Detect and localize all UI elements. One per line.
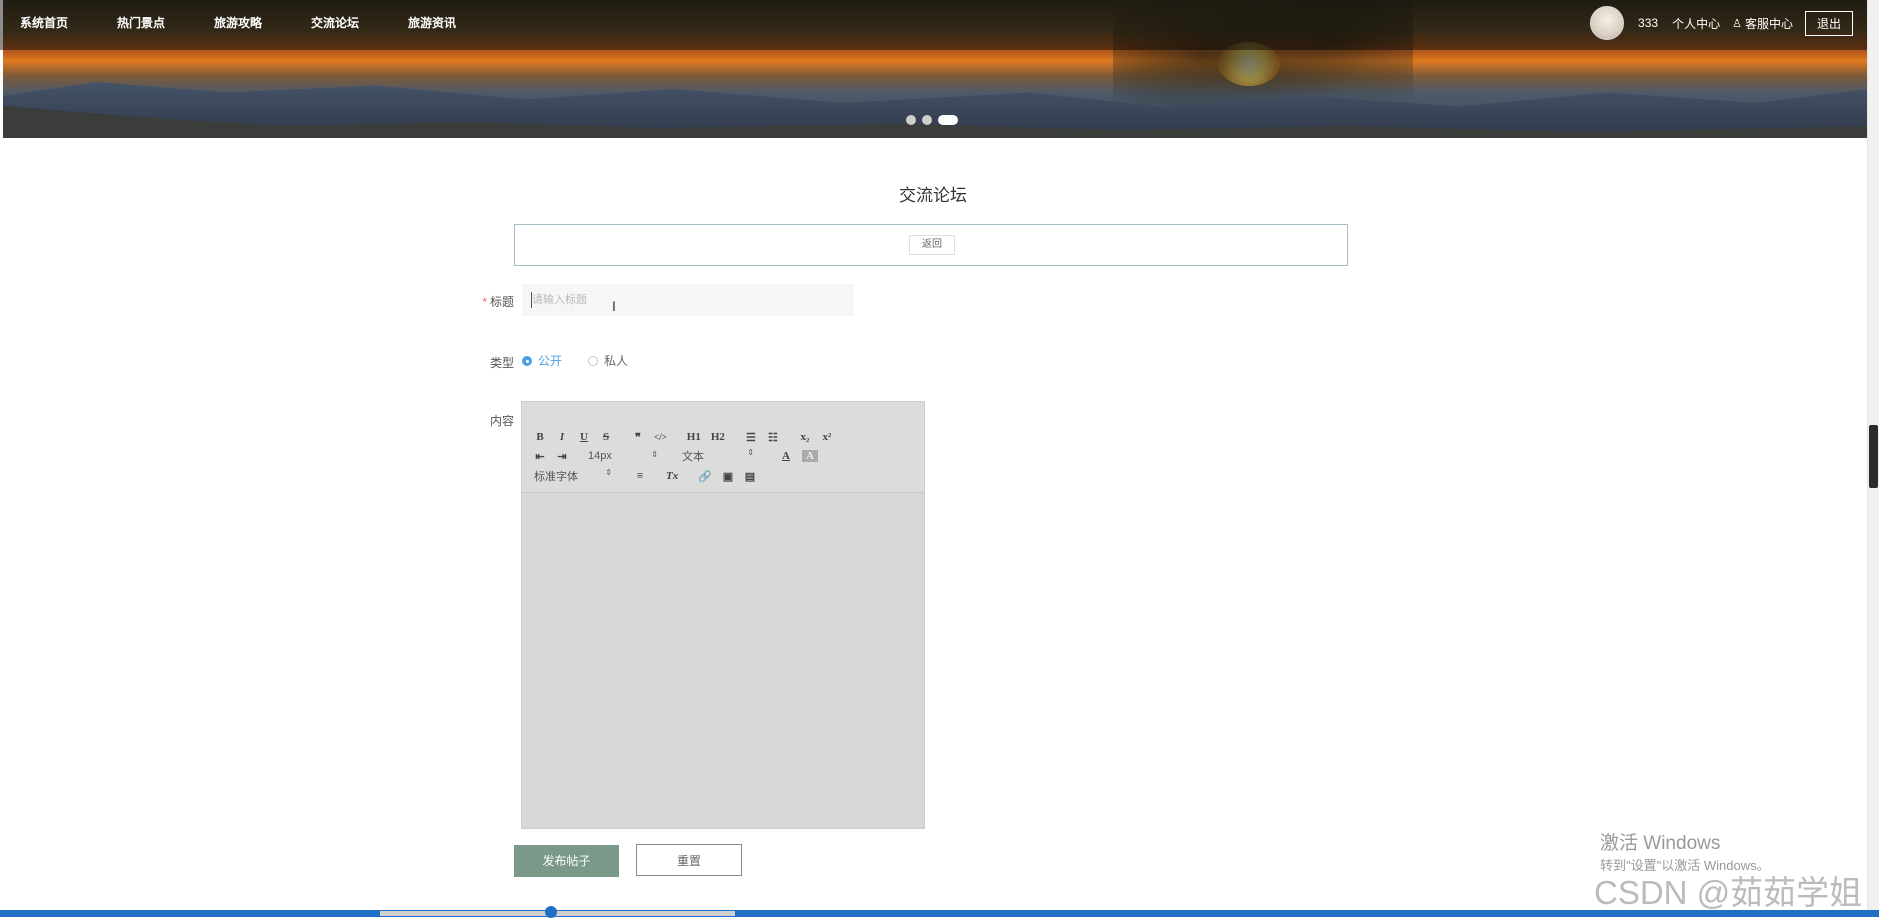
carousel-indicators [906, 115, 958, 125]
nav-forum[interactable]: 交流论坛 [311, 0, 408, 46]
progress-knob[interactable] [545, 906, 557, 918]
rich-text-editor: B I U S ❞ </> H1 H2 ☰ ☷ x₂ x² ⇤ ⇥ 14px ⇕… [521, 401, 925, 829]
font-family-value: 标准字体 [534, 471, 578, 483]
subscript-button[interactable]: x₂ [799, 431, 811, 443]
video-progress-bar[interactable] [0, 906, 1879, 918]
underline-button[interactable]: U [578, 431, 590, 443]
font-size-select[interactable]: 14px ⇕ [588, 450, 658, 462]
nav-travel-guides[interactable]: 旅游攻略 [214, 0, 311, 46]
windows-activation-watermark: 激活 Windows [1600, 833, 1721, 854]
nav-hot-attractions[interactable]: 热门景点 [117, 0, 214, 46]
title-label: * 标题 [454, 293, 514, 310]
ordered-list-button[interactable]: ☰ [745, 431, 757, 444]
personal-center-label: 个人中心 [1672, 16, 1721, 31]
editor-content-area[interactable] [522, 493, 924, 827]
header-1-button[interactable]: H1 [687, 431, 701, 443]
nav-travel-news[interactable]: 旅游资讯 [408, 0, 505, 46]
outdent-icon[interactable]: ⇤ [534, 450, 546, 463]
back-button[interactable]: 返回 [909, 235, 955, 255]
nav-home[interactable]: 系统首页 [20, 0, 117, 46]
bullet-list-button[interactable]: ☷ [767, 431, 779, 444]
carousel-dot-1[interactable] [906, 115, 916, 125]
radio-circle [522, 355, 532, 366]
carousel-dot-2[interactable] [922, 115, 932, 125]
required-asterisk: * [482, 295, 487, 309]
logout-button[interactable]: 退出 [1804, 10, 1853, 36]
publish-post-button[interactable]: 发布帖子 [514, 845, 619, 877]
main-nav: 系统首页 热门景点 旅游攻略 交流论坛 旅游资讯 [20, 0, 505, 46]
user-area: 333 个人中心 ♙ 客服中心 退出 [1590, 6, 1869, 40]
user-icon: ♙ [1732, 17, 1742, 30]
radio-circle [588, 355, 599, 366]
type-label: 类型 [489, 356, 514, 370]
ibeam-cursor-icon: I [612, 298, 616, 314]
vertical-scrollbar[interactable] [1867, 0, 1879, 912]
type-option-private-label: 私人 [604, 354, 629, 368]
title-input[interactable]: 请输入标题 [522, 284, 854, 316]
header-select[interactable]: 文本 ⇕ [682, 448, 754, 464]
editor-toolbar: B I U S ❞ </> H1 H2 ☰ ☷ x₂ x² ⇤ ⇥ 14px ⇕… [522, 402, 924, 493]
background-color-icon[interactable]: A [802, 450, 818, 462]
service-center-label: 客服中心 [1744, 16, 1793, 31]
select-arrows-icon: ⇕ [651, 450, 658, 459]
image-icon[interactable]: ▣ [722, 470, 734, 483]
font-color-icon[interactable]: A [780, 450, 792, 462]
align-icon[interactable]: ≡ [634, 470, 646, 482]
text-caret [531, 292, 532, 308]
link-icon[interactable]: 🔗 [698, 470, 712, 483]
font-size-value: 14px [588, 450, 612, 462]
username: 333 [1638, 16, 1659, 30]
top-nav-bar: 系统首页 热门景点 旅游攻略 交流论坛 旅游资讯 333 个人中心 ♙ 客服中心… [0, 0, 1879, 50]
italic-button[interactable]: I [556, 431, 568, 443]
toolbar-row-3: 标准字体 ⇕ ≡ Tx 🔗 ▣ ▤ [534, 467, 766, 485]
select-arrows-icon: ⇕ [605, 468, 612, 477]
video-icon[interactable]: ▤ [744, 470, 756, 483]
header-2-button[interactable]: H2 [711, 431, 725, 443]
content-label: 内容 [489, 414, 514, 428]
toolbar-row-1: B I U S ❞ </> H1 H2 ☰ ☷ x₂ x² [534, 428, 843, 446]
personal-center-link[interactable]: 个人中心 [1672, 15, 1720, 32]
type-option-public-label: 公开 [538, 354, 563, 368]
type-radio-group: 公开 私人 [522, 352, 654, 369]
page-title: 交流论坛 [899, 186, 967, 205]
scrollbar-thumb[interactable] [1869, 425, 1878, 488]
header-select-value: 文本 [682, 451, 704, 463]
progress-buffer [380, 911, 735, 916]
type-radio-public[interactable]: 公开 [522, 352, 562, 369]
toolbar-row-2: ⇤ ⇥ 14px ⇕ 文本 ⇕ A A [534, 447, 828, 465]
code-block-button[interactable]: </> [654, 432, 667, 442]
clear-format-icon[interactable]: Tx [666, 470, 678, 482]
blockquote-button[interactable]: ❞ [632, 431, 644, 444]
action-bar: 返回 [514, 224, 1348, 266]
font-family-select[interactable]: 标准字体 ⇕ [534, 468, 612, 484]
bold-button[interactable]: B [534, 431, 546, 443]
type-radio-private[interactable]: 私人 [588, 352, 628, 369]
reset-button[interactable]: 重置 [636, 844, 742, 876]
carousel-dot-3[interactable] [938, 115, 958, 125]
service-center-link[interactable]: ♙ 客服中心 [1732, 15, 1793, 32]
indent-icon[interactable]: ⇥ [556, 450, 568, 463]
avatar[interactable] [1590, 6, 1625, 40]
select-arrows-icon: ⇕ [747, 448, 754, 457]
superscript-button[interactable]: x² [821, 431, 833, 443]
csdn-watermark: CSDN @茹茹学姐 [1594, 874, 1863, 911]
title-label-text: 标题 [489, 295, 514, 309]
strikethrough-button[interactable]: S [600, 431, 612, 443]
